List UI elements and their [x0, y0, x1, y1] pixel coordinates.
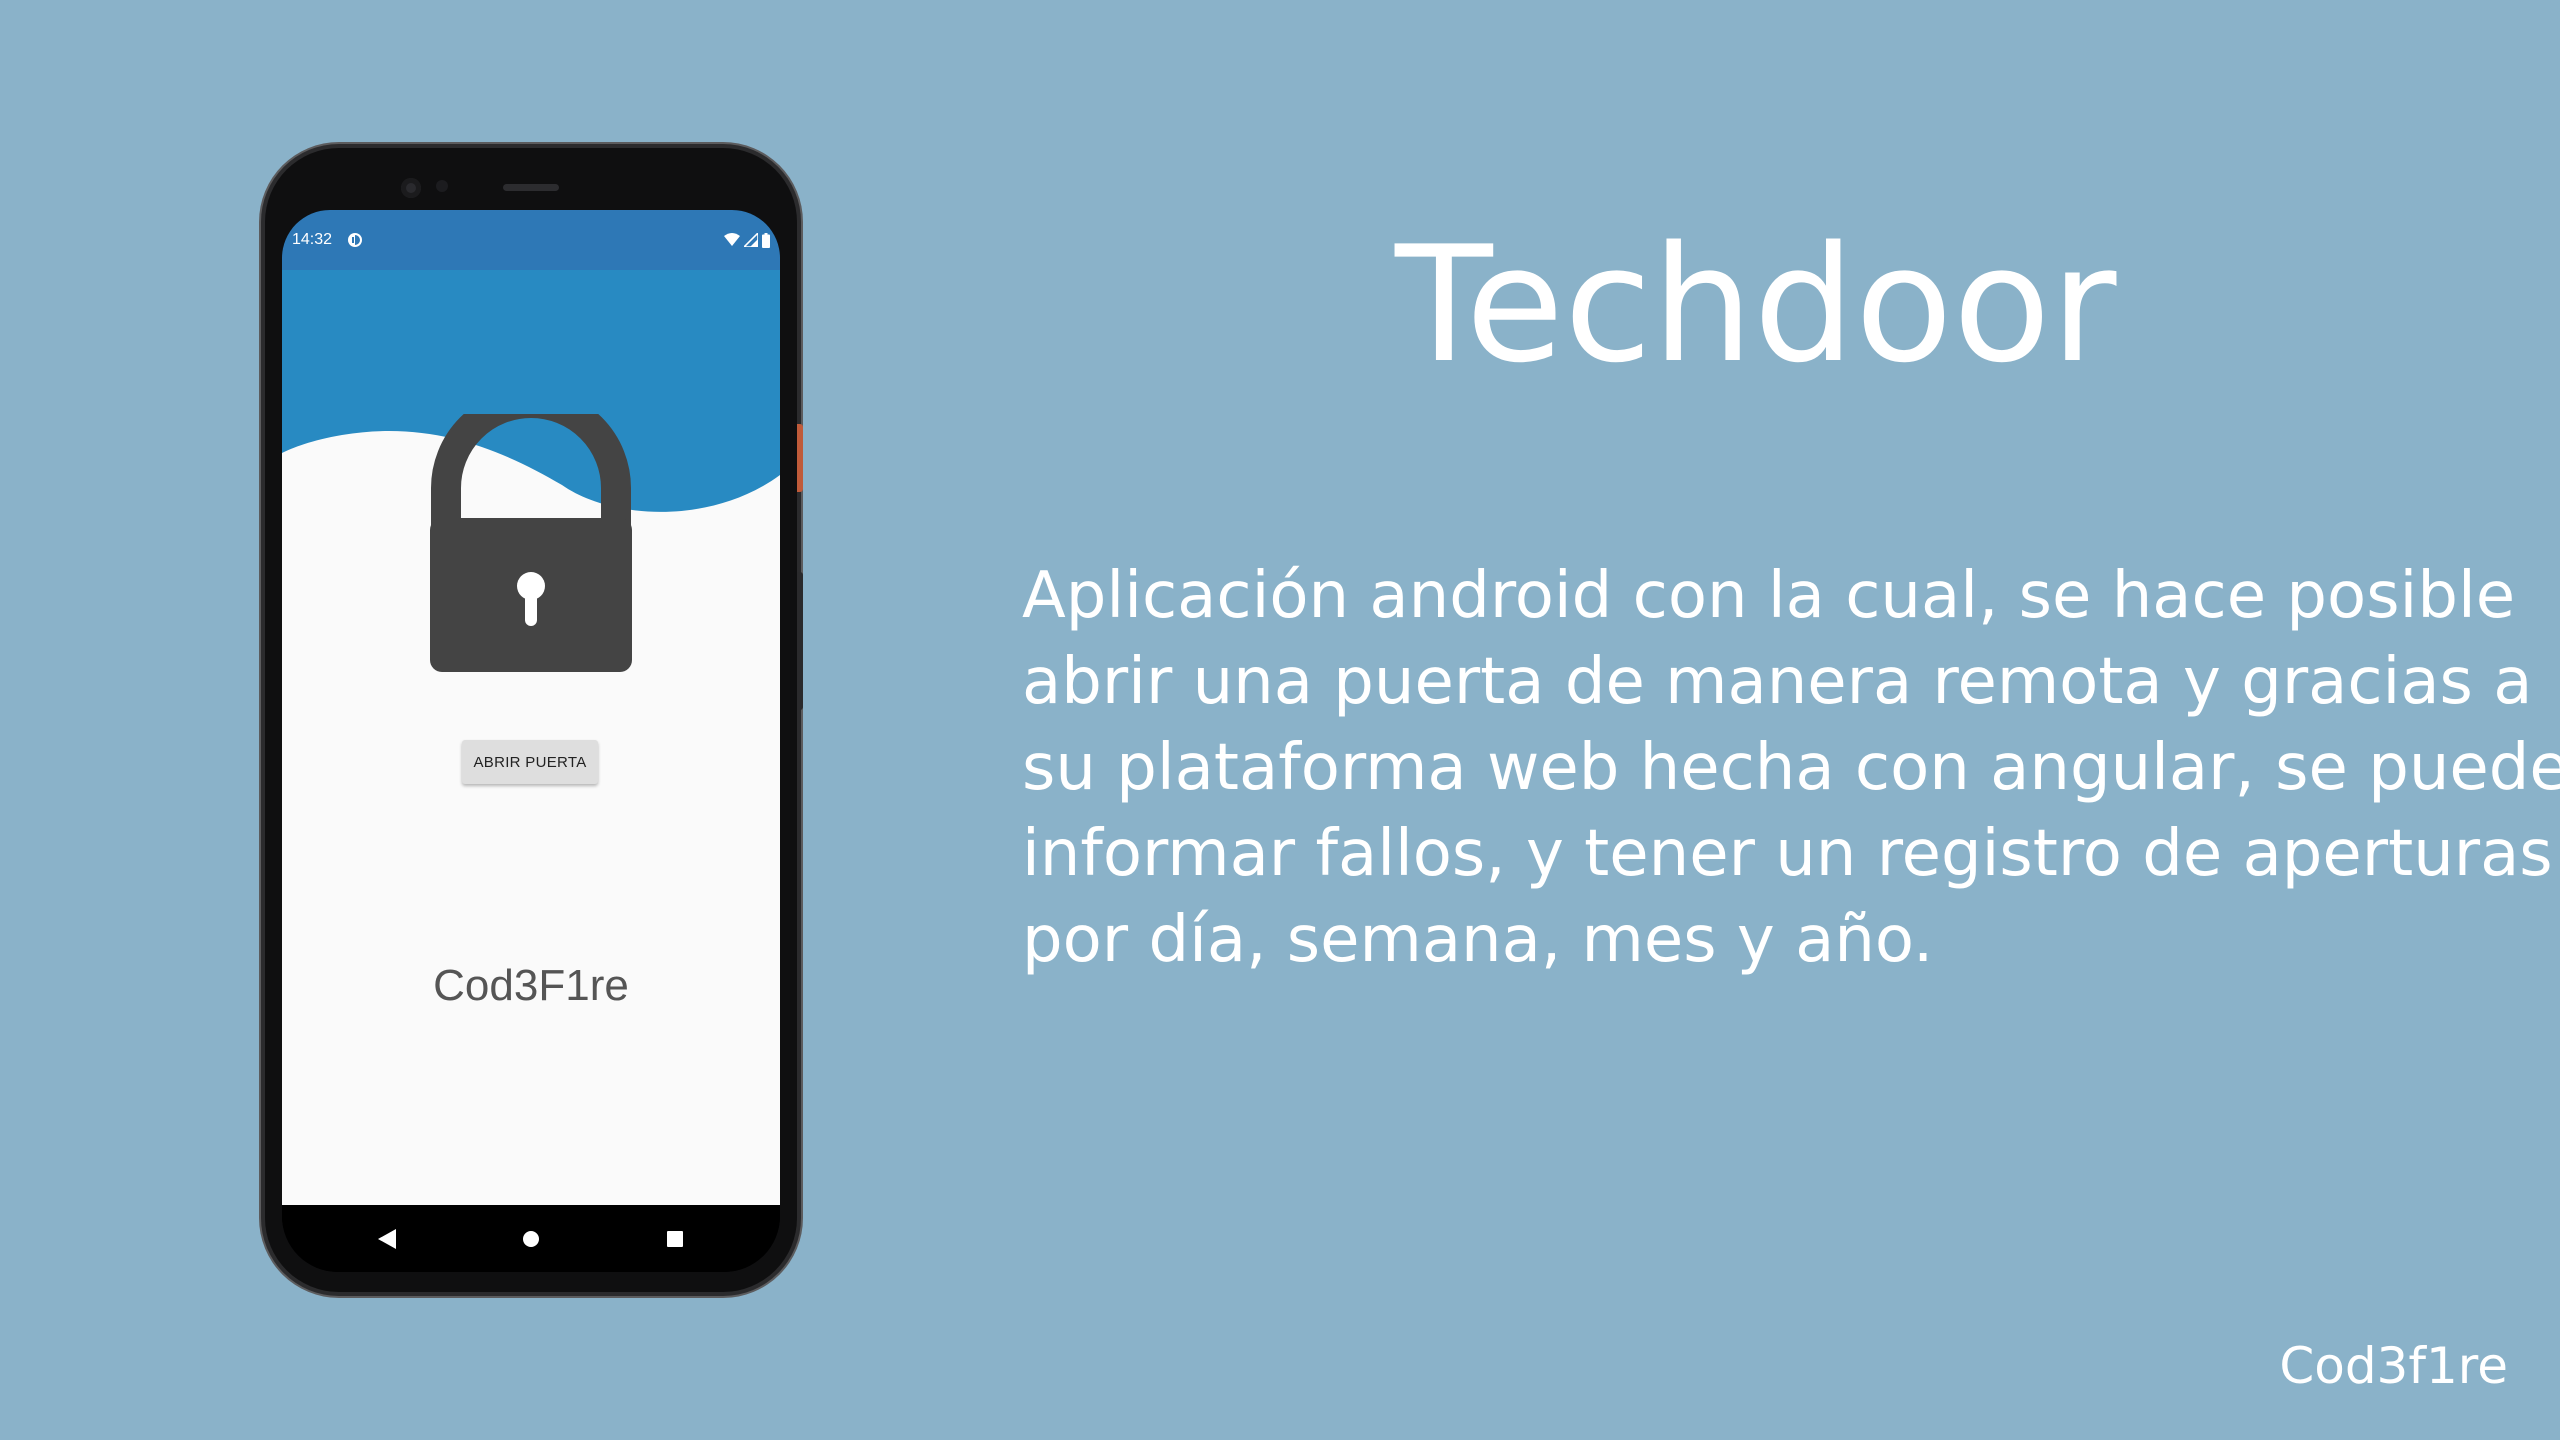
recents-icon[interactable]	[661, 1225, 689, 1253]
author-signature: Cod3f1re	[2279, 1337, 2508, 1395]
phone-screen: 14:32 ABRIR PUERTA Cod3F1re	[282, 210, 780, 1272]
padlock-icon	[430, 414, 632, 672]
status-icons	[724, 232, 770, 248]
battery-icon	[762, 232, 770, 248]
description-line: informar fallos, y tener un registro de …	[1022, 817, 2553, 891]
proximity-sensor	[436, 180, 448, 192]
signal-icon	[744, 233, 758, 247]
app-brand-text: Cod3F1re	[433, 961, 629, 1010]
open-door-button[interactable]: ABRIR PUERTA	[462, 740, 598, 784]
wifi-icon	[724, 233, 740, 246]
description-line: su plataforma web hecha con angular, se …	[1022, 731, 2560, 805]
volume-button	[797, 572, 803, 710]
description-line: abrir una puerta de manera remota y grac…	[1022, 645, 2533, 719]
slide-description: Aplicación android con la cual, se hace …	[1022, 553, 2560, 983]
home-icon[interactable]	[517, 1225, 545, 1253]
back-icon[interactable]	[373, 1225, 401, 1253]
power-button	[797, 424, 803, 492]
description-line: Aplicación android con la cual, se hace …	[1022, 559, 2516, 633]
app-content: ABRIR PUERTA Cod3F1re	[282, 270, 780, 1205]
app-notification-icon	[348, 233, 362, 247]
status-bar: 14:32	[282, 210, 780, 270]
slide-title: Techdoor	[1395, 211, 2117, 398]
status-time: 14:32	[292, 231, 333, 248]
earpiece-speaker	[503, 184, 559, 191]
description-line: por día, semana, mes y año.	[1022, 903, 1934, 977]
front-camera-icon	[401, 178, 421, 198]
navigation-bar	[282, 1205, 780, 1272]
